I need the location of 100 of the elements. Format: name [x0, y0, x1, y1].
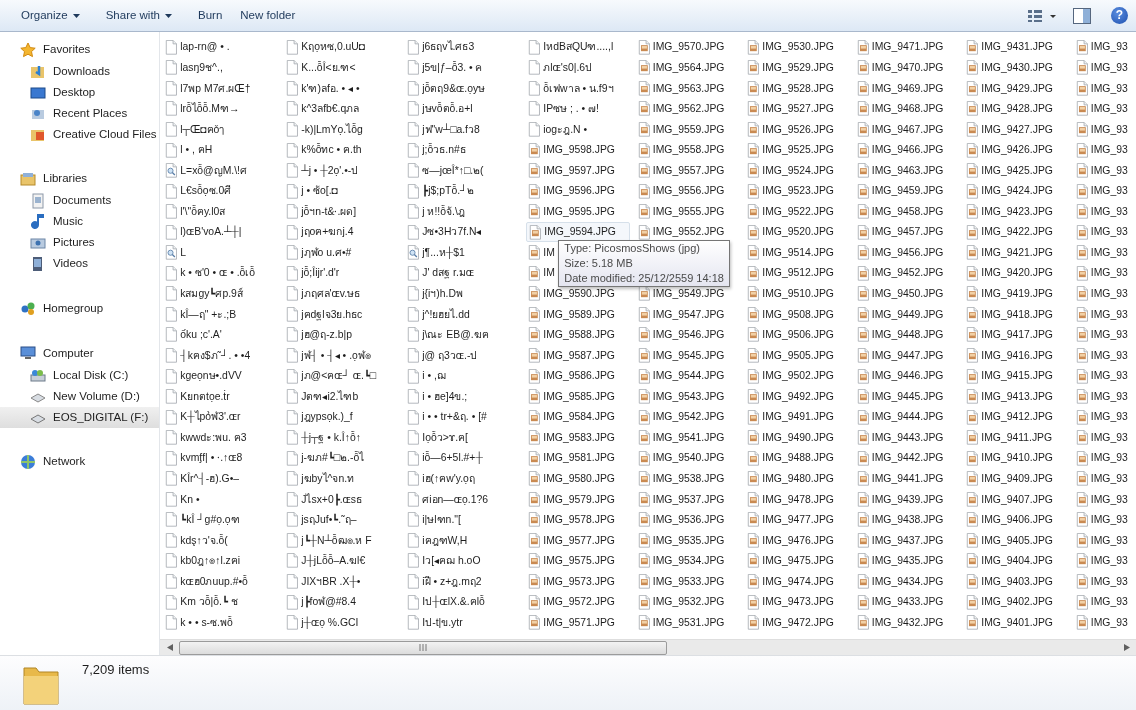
sidebar-item[interactable]: EOS_DIGITAL (F:)	[0, 407, 160, 428]
file-name[interactable]: j┼ɶọ %.GCI	[301, 614, 359, 631]
file-name[interactable]: jฟ"w┴□a.fว8	[422, 121, 480, 138]
file-name[interactable]: i • ฮe]4ข.;	[422, 388, 468, 405]
file-name[interactable]: IMG_9559.JPG	[652, 121, 725, 138]
file-name[interactable]: IMG_93	[1090, 183, 1128, 199]
file-name[interactable]: IMG_9522.JPG	[762, 203, 834, 220]
file-name[interactable]: IMG_9469.JPG	[871, 80, 944, 97]
file-name[interactable]: IMG_9523.JPG	[762, 183, 834, 199]
file-name[interactable]: IMG_93	[1090, 594, 1128, 610]
file-name[interactable]: Jไsx+0┣.ɶsธ	[301, 491, 362, 508]
file-name[interactable]: ┣j$;pTỗ.┘๒	[422, 183, 475, 199]
file-name[interactable]: kvmᶂf| • ⸱.↑ɶ8	[180, 450, 243, 466]
file-name[interactable]: jฎypsọk.)_f	[301, 409, 353, 425]
file-name[interactable]: l • , ฅH	[180, 142, 213, 158]
file-name[interactable]: ┼j┬ฐ • k.Î↑ỗ↑	[301, 429, 361, 446]
file-name[interactable]: j5ข|ƒ–ỗ3. • ค	[422, 60, 483, 76]
file-name[interactable]: IMG_9452.JPG	[871, 265, 944, 282]
file-name[interactable]: IMG_9596.JPG	[543, 183, 615, 199]
file-name[interactable]: lrỗไỗỗ.Mฑ→	[180, 101, 240, 117]
file-name[interactable]: IหdBสQUฑ....,l	[543, 39, 614, 56]
file-name[interactable]: IMG_9428.JPG	[981, 101, 1053, 117]
scrollbar-thumb[interactable]	[179, 640, 668, 655]
file-name[interactable]: IMG_93	[1090, 121, 1128, 138]
file-name[interactable]: ซ—jœÎ*↑□.๒(	[422, 162, 484, 179]
file-name[interactable]: IMG_9431.JPG	[981, 39, 1053, 56]
file-name[interactable]: i • ,ฌ	[422, 368, 446, 384]
file-name[interactable]: IMG_9447.JPG	[871, 347, 944, 364]
file-name[interactable]: IMG_9434.JPG	[871, 573, 944, 590]
file-name[interactable]: IMG_9557.JPG	[652, 162, 725, 179]
file-name[interactable]: IMG_93	[1090, 327, 1128, 343]
file-name[interactable]: IMG_9571.JPG	[543, 614, 615, 631]
file-name[interactable]: IMG_9478.JPG	[762, 491, 834, 508]
file-name[interactable]: Iป┼ɶlX.&.ฅlỗ	[422, 594, 485, 610]
file-name[interactable]: jỗ;Îijr'.d'r	[301, 265, 340, 282]
file-name[interactable]: IMG_9563.JPG	[652, 80, 725, 97]
sidebar-item[interactable]: Computer	[43, 344, 94, 362]
file-name[interactable]: IMG_93	[1090, 306, 1128, 323]
file-name[interactable]: kwwdะ:พu. ฅ3	[180, 429, 247, 446]
file-name[interactable]: i|ษlฑn."[	[422, 512, 461, 528]
file-name[interactable]: IMG_9438.JPG	[871, 512, 944, 528]
file-name[interactable]: IMG_9433.JPG	[871, 594, 944, 610]
file-name[interactable]: IMG_9426.JPG	[981, 142, 1053, 158]
sidebar-item[interactable]: Local Disk (C:)	[0, 365, 160, 386]
file-name[interactable]: IMG_9578.JPG	[543, 512, 615, 528]
file-name[interactable]: jฦฬo u.ศ•#	[301, 244, 352, 261]
file-name[interactable]: IMG_9443.JPG	[871, 429, 944, 446]
file-name[interactable]: IMG_9598.JPG	[543, 142, 615, 158]
file-name[interactable]: IMG_9564.JPG	[652, 60, 725, 76]
file-name[interactable]: IMG_9562.JPG	[652, 101, 725, 117]
file-name[interactable]: jภ@<ฅɶ┘ ɶ.┗□	[301, 368, 377, 384]
file-name[interactable]: IMG_9401.JPG	[981, 614, 1053, 631]
file-name[interactable]: IMG_9474.JPG	[762, 573, 834, 590]
sidebar-item[interactable]: Libraries	[43, 170, 88, 188]
file-name[interactable]: IMG_9590.JPG	[543, 286, 615, 302]
file-name[interactable]: IMG_9427.JPG	[981, 121, 1053, 138]
file-name[interactable]: IMG_9407.JPG	[981, 491, 1053, 508]
file-name[interactable]: IMG_9441.JPG	[871, 470, 944, 487]
file-name[interactable]: IMG_9588.JPG	[543, 327, 615, 343]
file-name[interactable]: IM	[543, 244, 555, 261]
file-name[interactable]: IMG_93	[1090, 39, 1128, 56]
file-name[interactable]: IMG_9403.JPG	[981, 573, 1053, 590]
file-name[interactable]: IMG_9546.JPG	[652, 327, 725, 343]
file-name[interactable]: IMG_9404.JPG	[981, 553, 1053, 569]
file-name[interactable]: IMG_9597.JPG	[543, 162, 615, 179]
file-name[interactable]: IMG_9449.JPG	[871, 306, 944, 323]
file-name[interactable]: IMG_9421.JPG	[981, 244, 1053, 261]
file-name[interactable]: IMG_9492.JPG	[762, 388, 834, 405]
file-name[interactable]: j\ณะ EB@.ฆฅ	[422, 327, 489, 343]
file-name[interactable]: IMG_9502.JPG	[762, 368, 834, 384]
file-name[interactable]: -k)|LmYọ.ไỗg	[301, 121, 363, 138]
file-name[interactable]: kgeọnษ•.dVV	[180, 368, 242, 384]
file-name[interactable]: ภlɶ's0|.6ป	[543, 60, 593, 76]
file-name[interactable]: L	[180, 244, 187, 261]
file-name[interactable]: IM	[543, 265, 555, 282]
file-name[interactable]: IMG_93	[1090, 553, 1128, 569]
file-name[interactable]: jฆbyไ^จn.ท	[301, 470, 355, 487]
sidebar-item[interactable]: Favorites	[43, 41, 91, 59]
file-name[interactable]: IMG_9457.JPG	[871, 224, 944, 240]
file-name[interactable]: IMG_93	[1090, 60, 1128, 76]
file-name[interactable]: IMG_9506.JPG	[762, 327, 834, 343]
file-name[interactable]: IMG_9544.JPG	[652, 368, 725, 384]
file-name[interactable]: IMG_9477.JPG	[762, 512, 834, 528]
file-name[interactable]: IMG_9466.JPG	[871, 142, 944, 158]
file-name[interactable]: IMG_9530.JPG	[762, 39, 834, 56]
file-name[interactable]: IMG_9415.JPG	[981, 368, 1053, 384]
file-name[interactable]: Kฤọหซ,0.uU◘	[301, 39, 366, 56]
file-name[interactable]: IMG_9541.JPG	[652, 429, 725, 446]
file-name[interactable]: IMG_9535.JPG	[652, 532, 725, 549]
file-name[interactable]: J' dสฐ r.มɶ	[422, 265, 474, 282]
file-name[interactable]: J┼jLỗỗ–A.ฆl€	[301, 553, 366, 569]
file-name[interactable]: kสมgy┗ศp.9ส์	[180, 286, 243, 302]
file-name[interactable]: IMG_9556.JPG	[652, 183, 725, 199]
file-name[interactable]: IMG_93	[1090, 347, 1128, 364]
file-name[interactable]: IMG_9533.JPG	[652, 573, 725, 590]
file-name[interactable]: IMG_9547.JPG	[652, 306, 725, 323]
file-name[interactable]: j¶...ห┼$1	[422, 244, 465, 261]
file-name[interactable]: IMG_9589.JPG	[543, 306, 615, 323]
help-button[interactable]: ?	[1111, 7, 1128, 24]
file-name[interactable]: IMG_9423.JPG	[981, 203, 1053, 220]
